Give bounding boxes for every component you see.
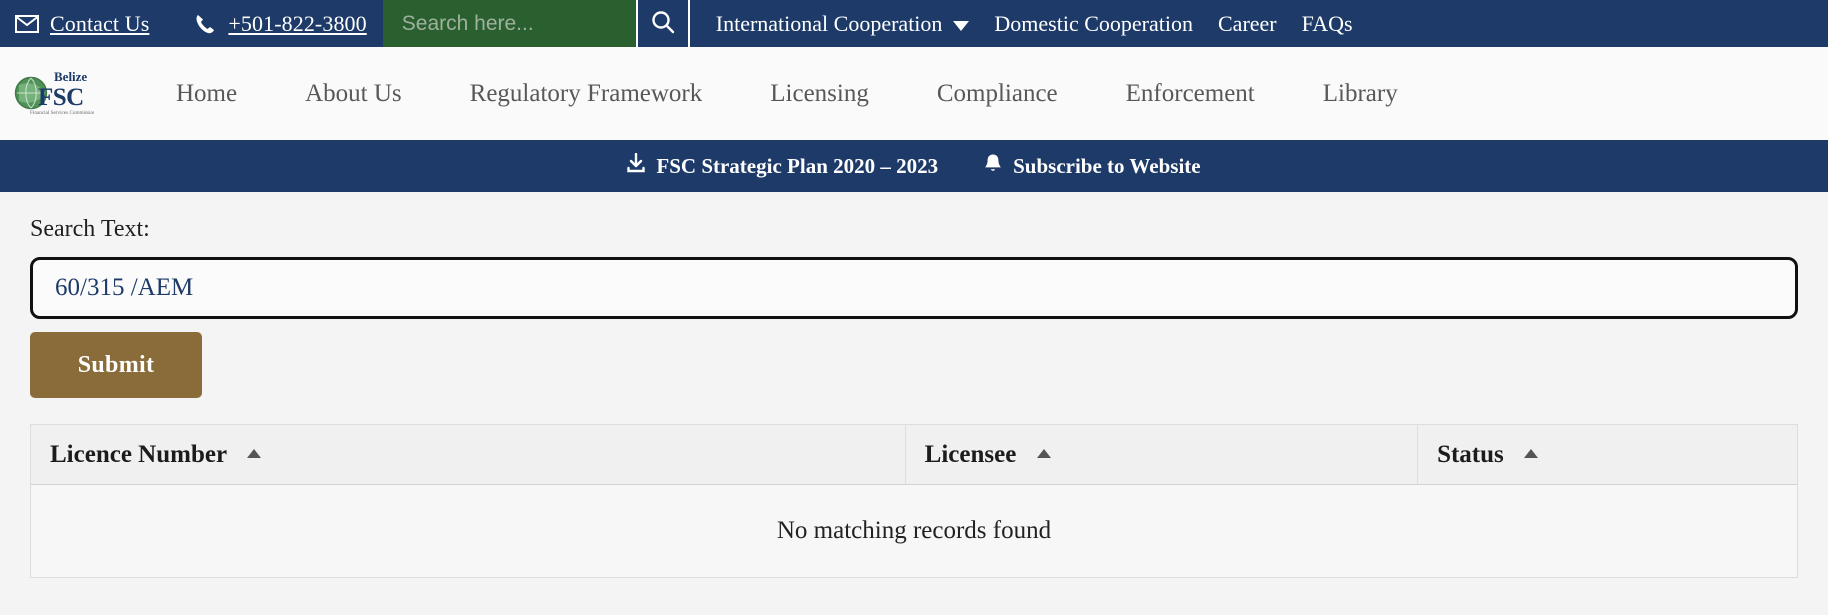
search-submit-button[interactable] [635,0,690,47]
announcement-strip: FSC Strategic Plan 2020 – 2023 Subscribe… [0,140,1828,192]
table-header-row: Licence Number Licensee Status [30,424,1798,485]
topbar-link-international-cooperation[interactable]: International Cooperation [716,11,995,37]
phone-label: +501-822-3800 [228,10,367,36]
header-search-form [382,0,690,47]
phone-link[interactable]: +501-822-3800 [193,10,367,37]
search-icon [650,9,676,38]
download-icon [627,152,646,179]
nav-item-enforcement[interactable]: Enforcement [1092,80,1289,108]
topbar-link-label: International Cooperation [715,10,943,36]
sort-ascending-icon [246,448,261,458]
subscribe-label: Subscribe to Website [1013,153,1201,178]
main-navigation-bar: Belize FSC Financial Services Commission… [0,47,1828,140]
results-table-body: No matching records found [30,484,1798,578]
chevron-down-icon [953,20,970,31]
search-text-input[interactable] [30,257,1798,319]
primary-nav-list: Home About Us Regulatory Framework Licen… [142,80,1432,108]
sort-ascending-icon [1524,448,1539,458]
column-header-licensee[interactable]: Licensee [904,424,1419,485]
strategic-plan-link[interactable]: FSC Strategic Plan 2020 – 2023 [627,152,939,179]
column-label: Status [1437,440,1504,468]
subscribe-link[interactable]: Subscribe to Website [984,153,1201,179]
topbar-link-label: Career [1218,10,1277,36]
contact-us-label: Contact Us [50,10,150,36]
no-records-message: No matching records found [30,484,1798,578]
topbar-link-domestic-cooperation[interactable]: Domestic Cooperation [994,11,1218,37]
envelope-icon [15,13,39,35]
sort-ascending-icon [1036,448,1051,458]
belize-fsc-logo[interactable]: Belize FSC Financial Services Commission [14,67,94,121]
search-text-label: Search Text: [30,216,150,242]
licence-search-panel: Search Text: Submit Licence Number Licen… [0,192,1828,615]
topbar-nav-links: International Cooperation Domestic Coope… [690,0,1828,47]
column-header-status[interactable]: Status [1417,424,1798,485]
nav-item-compliance[interactable]: Compliance [903,80,1092,108]
svg-text:Belize: Belize [54,69,87,84]
svg-text:Financial Services Commission: Financial Services Commission [30,110,94,116]
top-utility-bar: Contact Us +501-822-3800 International [0,0,1828,47]
topbar-link-faqs[interactable]: FAQs [1302,11,1378,37]
results-table-head: Licence Number Licensee Status [30,424,1798,485]
topbar-contact-group: Contact Us +501-822-3800 [0,0,367,47]
topbar-link-label: Domestic Cooperation [994,10,1193,36]
column-label: Licensee [924,440,1017,468]
phone-icon [193,13,217,35]
nav-item-licensing[interactable]: Licensing [736,80,903,108]
results-table: Licence Number Licensee Status No matchi [30,424,1798,578]
column-header-licence-number[interactable]: Licence Number [30,424,906,485]
column-label: Licence Number [50,440,227,468]
nav-item-library[interactable]: Library [1289,80,1432,108]
strategic-plan-label: FSC Strategic Plan 2020 – 2023 [656,153,939,178]
submit-button[interactable]: Submit [30,332,202,398]
nav-item-about-us[interactable]: About Us [271,80,436,108]
svg-text:FSC: FSC [38,84,84,111]
search-input[interactable] [382,0,636,47]
table-row-empty: No matching records found [30,484,1798,578]
contact-us-link[interactable]: Contact Us [15,11,149,37]
topbar-link-career[interactable]: Career [1218,11,1302,37]
nav-item-home[interactable]: Home [142,80,271,108]
bell-icon [984,153,1002,179]
topbar-link-label: FAQs [1301,10,1353,36]
nav-item-regulatory-framework[interactable]: Regulatory Framework [436,80,737,108]
results-table-container: Licence Number Licensee Status No matchi [30,424,1798,578]
